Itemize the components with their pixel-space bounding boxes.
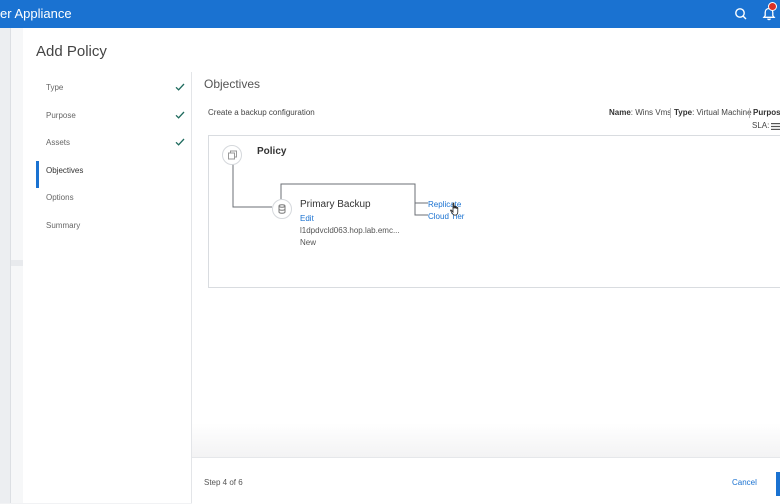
search-icon[interactable] bbox=[731, 4, 751, 24]
step-label: Purpose bbox=[46, 110, 76, 120]
step-purpose[interactable]: Purpose bbox=[23, 106, 191, 134]
step-assets[interactable]: Assets bbox=[23, 133, 191, 161]
step-options[interactable]: Options bbox=[23, 188, 191, 216]
policy-type-meta: Type: Virtual Machine bbox=[674, 108, 752, 117]
policy-name-meta: Name: Wins Vms bbox=[609, 108, 671, 117]
step-counter: Step 4 of 6 bbox=[204, 478, 243, 487]
backup-target: l1dpdvcld063.hop.lab.emc... bbox=[300, 226, 400, 235]
copy-icon bbox=[228, 150, 237, 160]
step-label: Summary bbox=[46, 220, 81, 230]
dialog-footer: Step 4 of 6 Cancel bbox=[192, 457, 780, 504]
add-policy-dialog: Add Policy Type Purpose Assets Objective… bbox=[23, 28, 780, 504]
top-app-bar: er Appliance bbox=[0, 0, 780, 28]
checkmark-icon bbox=[175, 111, 185, 119]
edit-link[interactable]: Edit bbox=[300, 214, 314, 223]
diagram-connectors bbox=[232, 164, 428, 216]
meta-separator bbox=[749, 108, 750, 118]
checkmark-icon bbox=[175, 83, 185, 91]
app-title: er Appliance bbox=[0, 6, 72, 21]
section-title: Objectives bbox=[204, 77, 261, 91]
dialog-title: Add Policy bbox=[36, 43, 107, 60]
notification-badge bbox=[768, 2, 777, 11]
step-objectives[interactable]: Objectives bbox=[23, 160, 191, 189]
meta-separator bbox=[670, 108, 671, 118]
meta-label: Type bbox=[674, 108, 693, 117]
background-panel bbox=[11, 28, 23, 503]
database-icon bbox=[278, 204, 286, 214]
step-label: Type bbox=[46, 83, 64, 92]
hand-cursor-icon bbox=[450, 202, 459, 216]
meta-value: : Virtual Machine bbox=[692, 108, 752, 117]
policy-node bbox=[222, 145, 242, 165]
footer-shadow bbox=[192, 423, 780, 457]
policy-label: Policy bbox=[257, 146, 287, 157]
step-type[interactable]: Type bbox=[23, 78, 191, 106]
primary-backup-node bbox=[272, 199, 292, 219]
step-label: Objectives bbox=[46, 165, 84, 175]
wizard-steps: Type Purpose Assets Objectives Options S… bbox=[23, 78, 191, 243]
checkmark-icon bbox=[175, 138, 185, 146]
list-icon[interactable] bbox=[771, 123, 780, 130]
meta-label: Purpose bbox=[753, 108, 780, 117]
step-label: Assets bbox=[46, 138, 71, 147]
cancel-button[interactable]: Cancel bbox=[728, 476, 761, 489]
policy-diagram: Policy Primary Backup Edit l1dpdvcld063.… bbox=[208, 135, 780, 288]
meta-value: : Wins Vms bbox=[630, 108, 672, 117]
policy-purpose-meta: Purpose bbox=[753, 108, 780, 117]
sla-label: SLA: bbox=[752, 121, 770, 130]
rail-marker bbox=[11, 260, 23, 266]
next-button[interactable] bbox=[776, 472, 780, 496]
primary-backup-title: Primary Backup bbox=[300, 199, 371, 210]
backup-status: New bbox=[300, 238, 317, 247]
section-subtitle: Create a backup configuration bbox=[208, 108, 315, 117]
step-summary[interactable]: Summary bbox=[23, 216, 191, 244]
meta-label: Name bbox=[609, 108, 631, 117]
step-label: Options bbox=[46, 193, 74, 202]
app-nav-rail bbox=[0, 28, 10, 503]
